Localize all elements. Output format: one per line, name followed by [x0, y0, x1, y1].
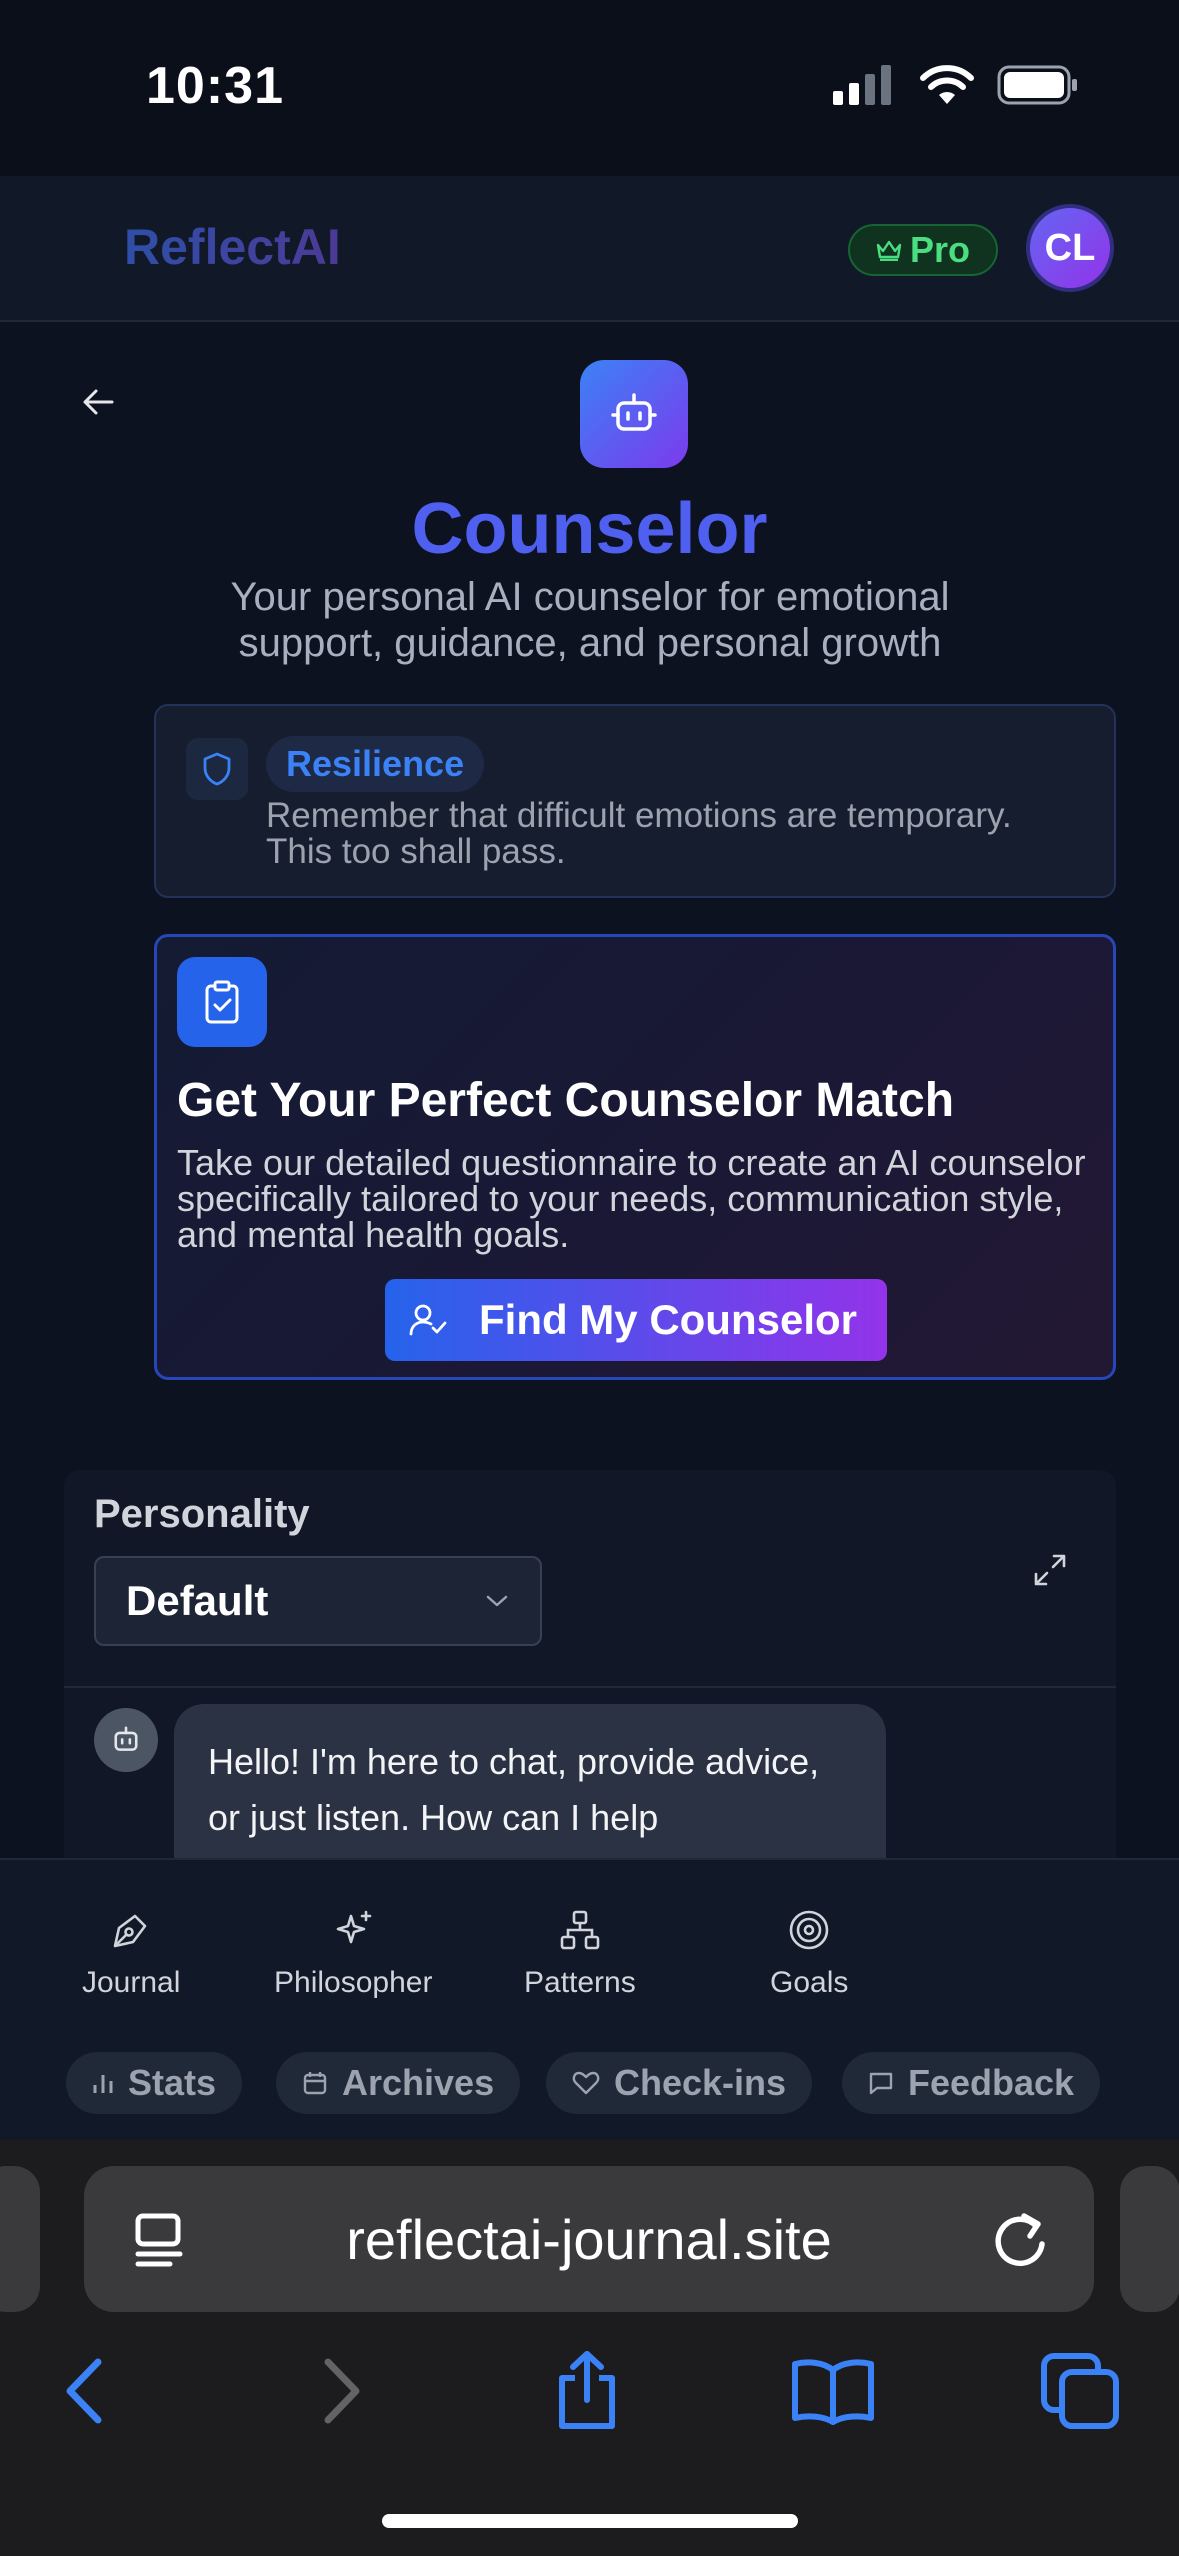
shield-icon [203, 752, 231, 786]
chip-label-feedback: Feedback [908, 2062, 1075, 2103]
chip-feedback[interactable]: Feedback [842, 2052, 1101, 2114]
shield-icon-tile [186, 738, 248, 800]
pen-icon [113, 1914, 147, 1948]
pro-badge[interactable]: Pro [848, 224, 998, 276]
nav-item-journal[interactable]: Journal [82, 1908, 180, 2000]
url-bar[interactable]: reflectai-journal.site [84, 2166, 1094, 2312]
forward-button[interactable] [296, 2346, 386, 2436]
heart-icon [572, 2071, 600, 2095]
status-icons [833, 64, 1079, 106]
find-counselor-label: Find My Counselor [479, 1296, 857, 1343]
back-button[interactable] [40, 2346, 130, 2436]
nav-item-goals[interactable]: Goals [770, 1908, 848, 2000]
browser-toolbar: reflectai-journal.site [0, 2140, 1179, 2556]
crown-icon [876, 240, 902, 261]
bottom-nav: Journal Philosopher Patterns Goals Stats… [0, 1858, 1179, 2140]
tabs-button[interactable] [1036, 2346, 1126, 2436]
avatar[interactable]: CL [1026, 204, 1114, 292]
chat-divider [64, 1686, 1116, 1688]
main-content: Counselor Your personal AI counselor for… [0, 322, 1179, 1860]
calendar-icon [303, 2072, 327, 2095]
find-counselor-button[interactable]: Find My Counselor [385, 1279, 887, 1361]
status-bar: 10:31 [0, 0, 1179, 176]
personality-value: Default [126, 1577, 269, 1624]
nav-item-philosopher[interactable]: Philosopher [274, 1908, 432, 2000]
chip-label-archives: Archives [342, 2062, 495, 2103]
home-indicator [382, 2514, 798, 2528]
bot-avatar [94, 1708, 158, 1772]
battery-icon [997, 65, 1077, 105]
status-time: 10:31 [146, 57, 284, 115]
chevron-left-icon [66, 2358, 102, 2424]
nav-label-journal: Journal [82, 1966, 181, 1999]
bot-icon [611, 393, 657, 431]
brand-logo[interactable]: ReflectAI [124, 218, 341, 276]
nav-label-goals: Goals [770, 1966, 849, 1999]
match-title: Get Your Perfect Counselor Match [177, 1074, 955, 1127]
clipboard-icon-tile [177, 957, 267, 1047]
clipboard-check-icon [205, 980, 239, 1024]
previous-tab-preview[interactable] [0, 2166, 40, 2312]
chevron-right-icon [324, 2358, 360, 2424]
sparkles-icon [336, 1910, 372, 1944]
resilience-quote-card: Resilience Remember that difficult emoti… [154, 704, 1116, 898]
page-subtitle: Your personal AI counselor for emotional… [230, 575, 950, 665]
tabs-icon [1041, 2353, 1119, 2429]
chip-label-stats: Stats [128, 2062, 217, 2103]
chevron-down-icon [486, 1595, 508, 1607]
network-icon [560, 1910, 600, 1950]
chip-stats[interactable]: Stats [66, 2052, 243, 2114]
user-check-icon [409, 1304, 447, 1336]
nav-label-patterns: Patterns [524, 1966, 636, 1999]
book-icon [792, 2359, 874, 2425]
share-icon [559, 2351, 615, 2429]
pro-label: Pro [909, 229, 970, 270]
next-tab-preview[interactable] [1120, 2166, 1179, 2312]
match-description: Take our detailed questionnaire to creat… [177, 1142, 1086, 1255]
expand-icon[interactable] [1030, 1550, 1070, 1590]
chip-archives[interactable]: Archives [276, 2052, 521, 2114]
chat-panel: Personality Default Hello! I'm here to c… [64, 1470, 1116, 1860]
bot-icon [114, 1726, 138, 1751]
cellular-signal-icon [833, 65, 891, 105]
reload-icon[interactable] [990, 2206, 1052, 2272]
quote-tag: Resilience [266, 736, 485, 792]
app-header: ReflectAI Pro CL [0, 176, 1179, 322]
personality-select[interactable]: Default [94, 1556, 542, 1646]
hero-bot-icon-tile [580, 360, 688, 468]
bar-chart-icon [93, 2075, 113, 2093]
nav-label-philosopher: Philosopher [274, 1966, 433, 1999]
chip-check-ins[interactable]: Check-ins [546, 2052, 813, 2114]
bookmarks-button[interactable] [788, 2346, 878, 2436]
target-icon [789, 1910, 829, 1950]
page-title: Counselor [411, 489, 768, 569]
quote-text: Remember that difficult emotions are tem… [266, 796, 1012, 871]
bot-message-bubble: Hello! I'm here to chat, provide advice,… [174, 1704, 886, 1860]
share-button[interactable] [542, 2346, 632, 2436]
back-arrow-icon[interactable] [78, 382, 118, 422]
message-icon [869, 2072, 893, 2095]
personality-label: Personality [94, 1492, 310, 1536]
reader-mode-icon[interactable] [130, 2210, 190, 2270]
nav-item-patterns[interactable]: Patterns [524, 1908, 636, 2000]
wifi-icon [920, 65, 974, 104]
chip-label-check-ins: Check-ins [614, 2062, 787, 2103]
counselor-match-card: Get Your Perfect Counselor Match Take ou… [154, 934, 1116, 1380]
url-text: reflectai-journal.site [346, 2207, 832, 2271]
